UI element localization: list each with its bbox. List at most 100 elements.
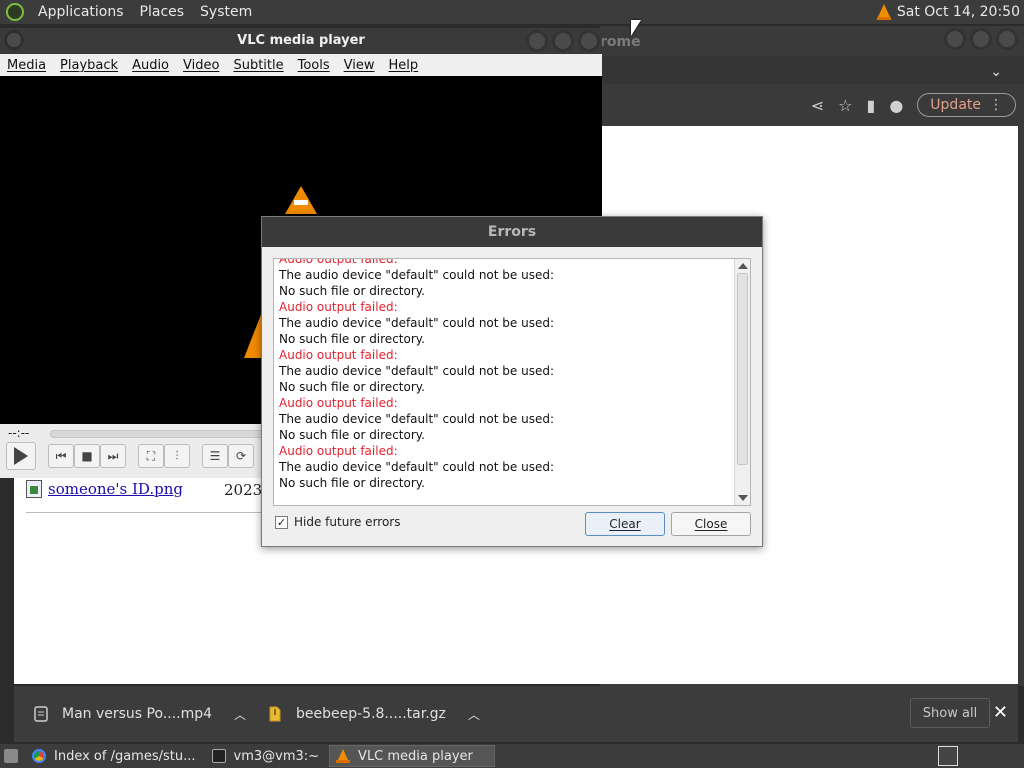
extended-settings-button[interactable]: ⫶ xyxy=(164,444,190,468)
scroll-down-arrow-icon[interactable] xyxy=(738,495,748,501)
log-scrollbar[interactable] xyxy=(734,259,750,505)
taskbar-item-chrome[interactable]: Index of /games/stu... xyxy=(26,745,202,767)
update-button[interactable]: Update ⋮ xyxy=(917,93,1016,117)
playlist-button[interactable]: ☰ xyxy=(202,444,228,468)
download-filename: beebeep-5.8.....tar.gz xyxy=(296,706,446,722)
side-panel-icon[interactable]: ▮ xyxy=(867,96,876,115)
menu-video[interactable]: Video xyxy=(176,58,226,73)
stop-button[interactable]: ■ xyxy=(74,444,100,468)
taskbar-label: VLC media player xyxy=(358,748,473,764)
error-log[interactable]: Audio output failed: The audio device "de… xyxy=(273,258,751,506)
log-info-line: No such file or directory. xyxy=(279,332,425,346)
taskbar-item-vlc[interactable]: VLC media player xyxy=(329,745,496,767)
maximize-button[interactable] xyxy=(970,28,992,50)
menu-playback[interactable]: Playback xyxy=(53,58,125,73)
profile-avatar-icon[interactable]: ● xyxy=(889,96,903,115)
log-error-line: Audio output failed: xyxy=(279,444,398,458)
loop-button[interactable]: ⟳ xyxy=(228,444,254,468)
image-file-icon xyxy=(26,480,42,498)
menu-places[interactable]: Places xyxy=(132,4,193,20)
distro-logo-icon[interactable] xyxy=(6,3,24,21)
log-info-line: The audio device "default" could not be … xyxy=(279,364,554,378)
mouse-cursor-icon xyxy=(631,20,641,36)
log-info-line: The audio device "default" could not be … xyxy=(279,268,554,282)
share-icon[interactable]: ⋖ xyxy=(811,96,824,115)
vlc-icon xyxy=(336,749,351,763)
minimize-button[interactable] xyxy=(526,30,548,52)
maximize-button[interactable] xyxy=(552,30,574,52)
fullscreen-button[interactable]: ⛶ xyxy=(138,444,164,468)
chrome-window-controls xyxy=(944,28,1018,50)
log-info-line: No such file or directory. xyxy=(279,380,425,394)
top-panel: Applications Places System Sat Oct 14, 2… xyxy=(0,0,1024,24)
next-button[interactable]: ⏭ xyxy=(100,444,126,468)
vlc-cone-icon xyxy=(285,186,319,214)
show-desktop-icon xyxy=(4,749,18,763)
menu-tools[interactable]: Tools xyxy=(291,58,337,73)
log-info-line: The audio device "default" could not be … xyxy=(279,412,554,426)
close-button[interactable] xyxy=(578,30,600,52)
taskbar-label: vm3@vm3:~ xyxy=(233,748,320,764)
show-all-button[interactable]: Show all xyxy=(910,698,990,728)
divider xyxy=(26,512,266,513)
chrome-title-text: rome xyxy=(600,34,641,50)
menu-media[interactable]: Media xyxy=(0,58,53,73)
vlc-tray-icon[interactable] xyxy=(876,4,891,20)
archive-file-icon xyxy=(269,706,281,722)
log-info-line: No such file or directory. xyxy=(279,476,425,490)
clear-button[interactable]: Clear xyxy=(585,512,665,536)
menu-subtitle[interactable]: Subtitle xyxy=(226,58,290,73)
window-menu-button[interactable] xyxy=(4,30,24,50)
vlc-cone-side-icon xyxy=(244,312,262,358)
taskbar-label: Index of /games/stu... xyxy=(54,748,196,764)
menu-audio[interactable]: Audio xyxy=(125,58,176,73)
vlc-title-text: VLC media player xyxy=(237,33,365,48)
log-error-line: Audio output failed: xyxy=(279,258,398,266)
bookmark-star-icon[interactable]: ☆ xyxy=(838,96,852,115)
vlc-menubar: Media Playback Audio Video Subtitle Tool… xyxy=(0,54,602,76)
file-link-text[interactable]: someone's ID.png xyxy=(48,480,183,498)
scroll-up-arrow-icon[interactable] xyxy=(738,263,748,269)
previous-button[interactable]: ⏮ xyxy=(48,444,74,468)
download-item[interactable]: Man versus Po....mp4 ︿ xyxy=(14,686,248,742)
hide-future-errors-label: Hide future errors xyxy=(294,515,401,529)
menu-help[interactable]: Help xyxy=(382,58,426,73)
show-desktop-button[interactable] xyxy=(0,745,22,767)
taskbar: Index of /games/stu... vm3@vm3:~ VLC med… xyxy=(0,744,1024,768)
menu-applications[interactable]: Applications xyxy=(30,4,132,20)
clock[interactable]: Sat Oct 14, 20:50 xyxy=(897,4,1020,20)
close-button[interactable] xyxy=(996,28,1018,50)
panel-tray: Sat Oct 14, 20:50 xyxy=(876,0,1020,24)
hide-future-errors-option[interactable]: ✓ Hide future errors xyxy=(275,515,400,529)
tab-search-chevron-icon[interactable]: ⌄ xyxy=(990,64,1002,80)
hide-future-errors-checkbox[interactable]: ✓ xyxy=(275,515,288,529)
menu-system[interactable]: System xyxy=(192,4,260,20)
vlc-titlebar[interactable]: VLC media player xyxy=(0,28,602,54)
log-error-line: Audio output failed: xyxy=(279,348,398,362)
chrome-icon xyxy=(32,749,46,763)
chrome-toolbar: ⋖ ☆ ▮ ● Update ⋮ xyxy=(600,84,1024,126)
play-button[interactable] xyxy=(6,442,36,470)
minimize-button[interactable] xyxy=(944,28,966,50)
download-item[interactable]: beebeep-5.8.....tar.gz ︿ xyxy=(248,686,482,742)
video-file-icon xyxy=(34,706,48,722)
dialog-title[interactable]: Errors xyxy=(262,217,762,247)
errors-dialog: Errors Audio output failed: The audio dev… xyxy=(261,216,763,547)
download-menu-chevron-icon[interactable]: ︿ xyxy=(234,706,246,723)
kebab-menu-icon: ⋮ xyxy=(989,97,1003,113)
log-error-line: Audio output failed: xyxy=(279,300,398,314)
log-info-line: No such file or directory. xyxy=(279,428,425,442)
elapsed-time: --:-- xyxy=(8,426,30,440)
file-link[interactable]: someone's ID.png xyxy=(26,480,183,498)
download-menu-chevron-icon[interactable]: ︿ xyxy=(468,706,480,723)
taskbar-item-terminal[interactable]: vm3@vm3:~ xyxy=(206,745,326,767)
menu-view[interactable]: View xyxy=(337,58,382,73)
workspace-switcher-icon[interactable] xyxy=(938,746,958,766)
scroll-thumb[interactable] xyxy=(737,273,748,465)
log-info-line: No such file or directory. xyxy=(279,284,425,298)
log-info-line: The audio device "default" could not be … xyxy=(279,316,554,330)
close-downloads-icon[interactable]: ✕ xyxy=(993,702,1008,723)
close-button[interactable]: Close xyxy=(671,512,751,536)
downloads-bar: Man versus Po....mp4 ︿ beebeep-5.8.....t… xyxy=(14,686,1018,742)
vlc-window-controls xyxy=(526,30,600,52)
